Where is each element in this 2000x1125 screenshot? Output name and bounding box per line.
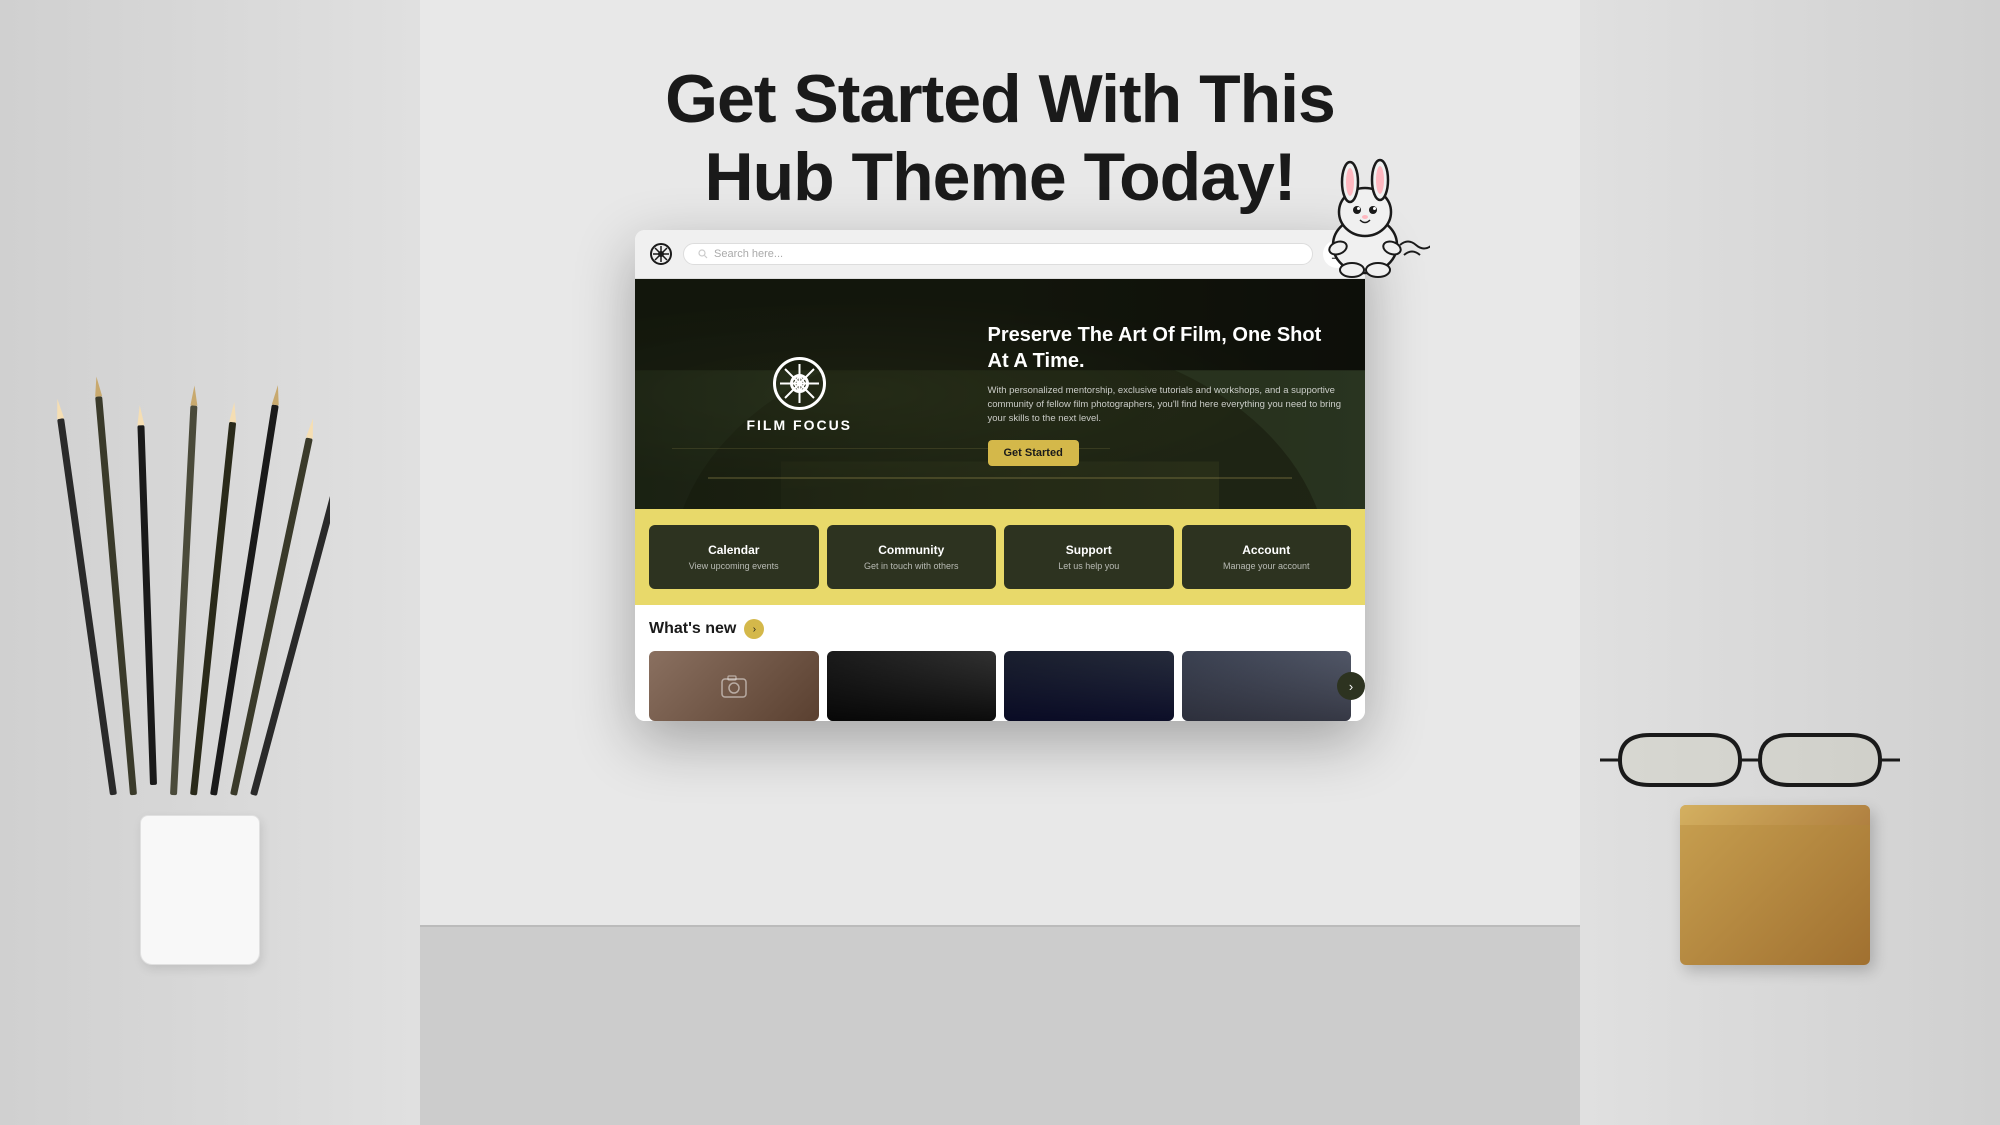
news-card-3[interactable] [1004, 651, 1174, 721]
account-card-subtitle: Manage your account [1194, 561, 1340, 571]
whats-new-section: What's new › [635, 605, 1365, 721]
community-card-subtitle: Get in touch with others [839, 561, 985, 571]
heading-line1: Get Started With This [665, 61, 1335, 137]
wood-block [1680, 805, 1870, 965]
hero-description: With personalized mentorship, exclusive … [988, 384, 1342, 427]
search-icon [698, 249, 708, 259]
calendar-card-title: Calendar [661, 543, 807, 557]
nav-strip: Calendar View upcoming events Community … [635, 509, 1365, 605]
nav-card-community[interactable]: Community Get in touch with others [827, 525, 997, 589]
whats-new-title: What's new [649, 620, 736, 638]
browser-chrome: Search here... ☰ [635, 230, 1365, 279]
film-focus-logo-icon [772, 356, 827, 411]
nav-card-support[interactable]: Support Let us help you [1004, 525, 1174, 589]
community-card-title: Community [839, 543, 985, 557]
pencils-art [50, 365, 330, 845]
news-next-button[interactable]: › [1337, 672, 1365, 700]
news-card-4[interactable] [1182, 651, 1352, 721]
film-focus-logo-text: FILM FOCUS [746, 417, 852, 433]
news-grid-container: › [649, 651, 1351, 721]
search-placeholder-text: Search here... [714, 248, 783, 260]
news-grid [649, 651, 1351, 721]
nav-card-calendar[interactable]: Calendar View upcoming events [649, 525, 819, 589]
account-card-title: Account [1194, 543, 1340, 557]
hero-right: Preserve The Art Of Film, One Shot At A … [964, 279, 1366, 509]
support-card-title: Support [1016, 543, 1162, 557]
calendar-card-subtitle: View upcoming events [661, 561, 807, 571]
browser-search-bar[interactable]: Search here... [683, 243, 1313, 265]
glasses-art [1600, 715, 1900, 805]
hero-section: FILM FOCUS Preserve The Art Of Film, One… [635, 279, 1365, 509]
support-card-subtitle: Let us help you [1016, 561, 1162, 571]
news-card-1[interactable] [649, 651, 819, 721]
news-card-2[interactable] [827, 651, 997, 721]
main-heading: Get Started With This Hub Theme Today! [665, 60, 1335, 216]
whats-new-arrow-icon[interactable]: › [744, 619, 764, 639]
hero-title: Preserve The Art Of Film, One Shot At A … [988, 322, 1342, 374]
camera-hands-icon [714, 671, 754, 701]
hero-content: FILM FOCUS Preserve The Art Of Film, One… [635, 279, 1365, 509]
hero-left: FILM FOCUS [635, 279, 964, 509]
heading-area: Get Started With This Hub Theme Today! [665, 60, 1335, 216]
mascot [1300, 140, 1430, 280]
whats-new-header: What's new › [649, 619, 1351, 639]
site-logo-icon [649, 242, 673, 266]
browser-window: Search here... ☰ [635, 230, 1365, 721]
heading-line2: Hub Theme Today! [704, 139, 1295, 215]
nav-card-account[interactable]: Account Manage your account [1182, 525, 1352, 589]
get-started-button[interactable]: Get Started [988, 440, 1079, 466]
nav-cards-grid: Calendar View upcoming events Community … [649, 525, 1351, 589]
